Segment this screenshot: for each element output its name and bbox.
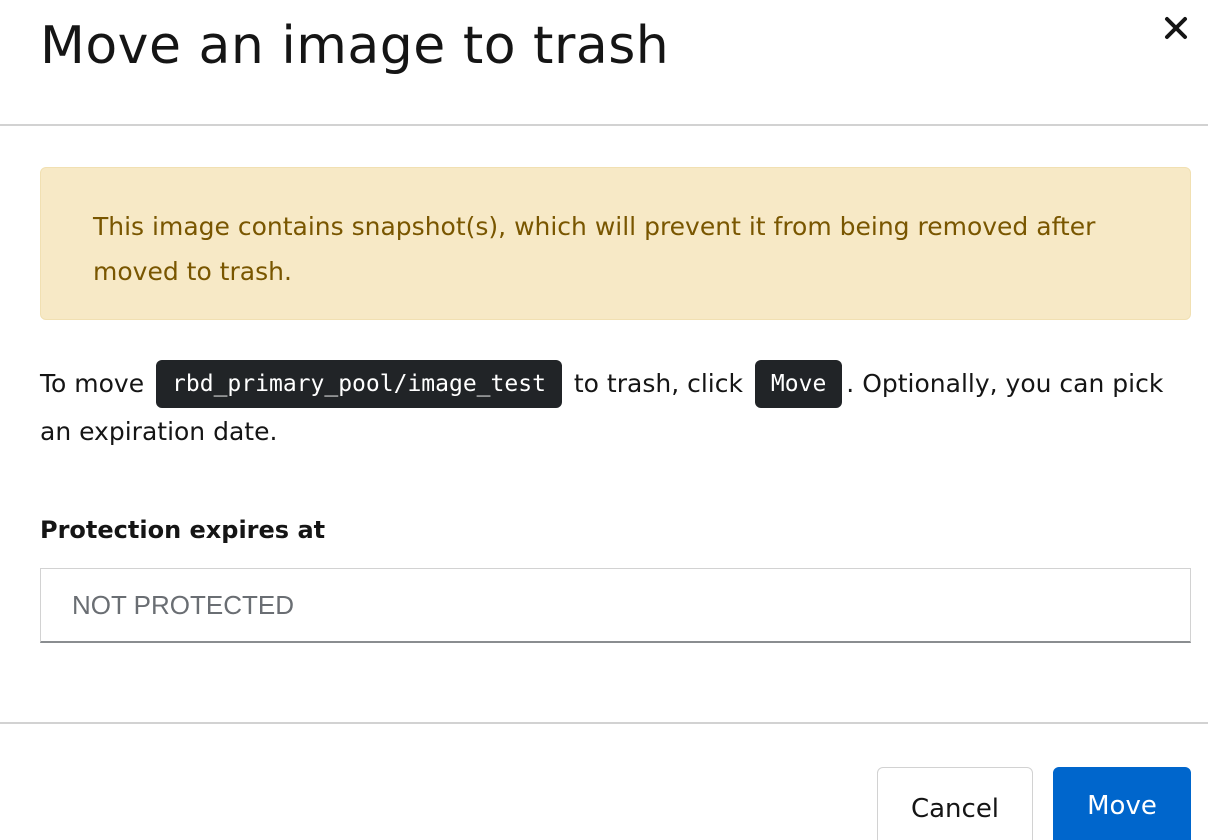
alert-message: This image contains snapshot(s), which w… (93, 212, 1096, 286)
instructions-text-before: To move (40, 369, 145, 398)
cancel-button[interactable]: Cancel (877, 767, 1033, 840)
modal-title: Move an image to trash (40, 16, 670, 76)
modal-header: Move an image to trash (0, 0, 1208, 126)
protection-expires-label: Protection expires at (40, 516, 326, 544)
instructions-text-middle: to trash, click (573, 369, 743, 398)
move-to-trash-modal: Move an image to trash This image contai… (0, 0, 1208, 840)
snapshot-warning-alert: This image contains snapshot(s), which w… (40, 167, 1191, 320)
close-icon (1165, 17, 1187, 39)
protection-expires-input[interactable] (40, 568, 1191, 643)
move-instructions: To move rbd_primary_pool/image_test to t… (40, 360, 1190, 456)
move-action-code: Move (754, 360, 843, 408)
close-button[interactable] (1156, 8, 1196, 48)
footer-divider (0, 722, 1208, 724)
image-path-code: rbd_primary_pool/image_test (156, 360, 562, 408)
move-button[interactable]: Move (1053, 767, 1191, 840)
